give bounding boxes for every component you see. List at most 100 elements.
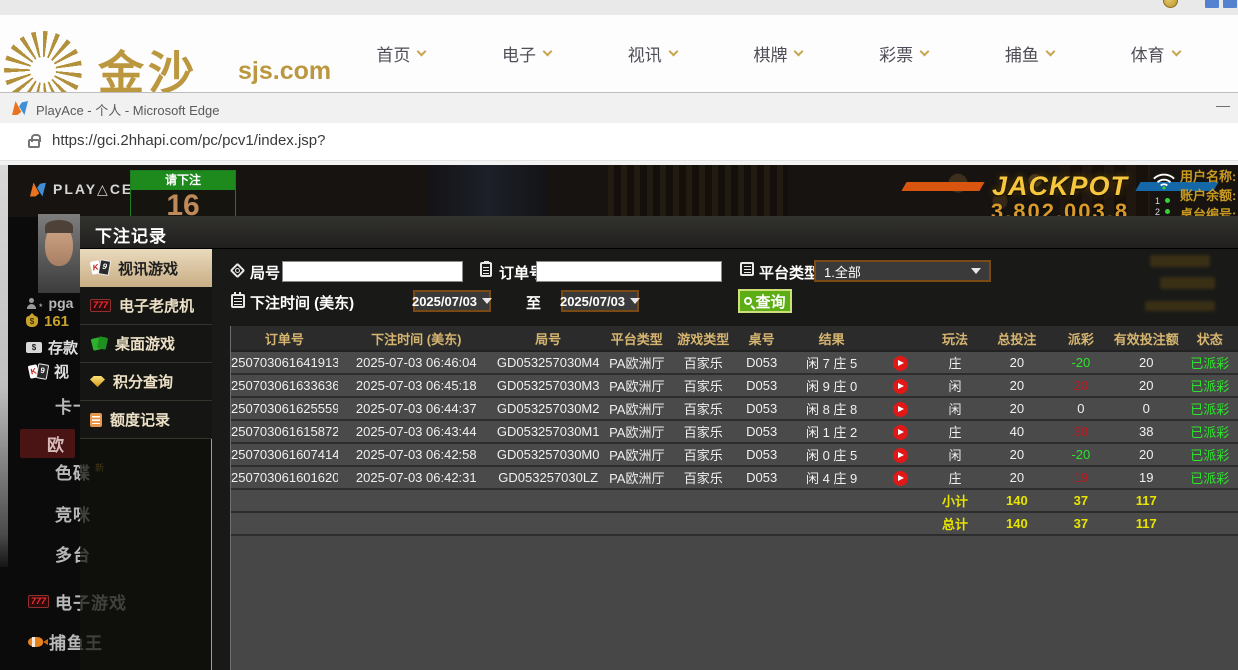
payout-cell: 0 xyxy=(1051,397,1111,420)
summary-cell xyxy=(734,489,788,512)
bet-table-area: 订单号下注时间 (美东)局号平台类型游戏类型桌号结果玩法总投注派彩有效投注额状态… xyxy=(230,326,1238,670)
dropdown-arrow-icon xyxy=(482,298,492,304)
column-header: 状态 xyxy=(1182,326,1238,351)
bet-time-cell: 2025-07-03 06:42:31 xyxy=(338,466,495,489)
calendar-icon xyxy=(231,294,245,308)
chevron-down-icon xyxy=(1171,47,1181,57)
top-nav-item[interactable]: 首页 xyxy=(376,41,425,66)
query-button[interactable]: 查询 xyxy=(738,289,792,313)
result-cell: 闲 4 庄 9 xyxy=(789,466,875,489)
game-type-cell: 百家乐 xyxy=(672,420,734,443)
round-number-input[interactable] xyxy=(282,261,463,282)
cut-off-blue-text xyxy=(1205,0,1238,8)
signal-dot-icon xyxy=(1165,198,1170,203)
top-nav-item[interactable]: 彩票 xyxy=(879,41,928,66)
play-replay-button[interactable] xyxy=(893,425,908,440)
bet-time-label: 下注时间 (美东) xyxy=(250,292,354,313)
bet-table: 订单号下注时间 (美东)局号平台类型游戏类型桌号结果玩法总投注派彩有效投注额状态… xyxy=(231,326,1238,536)
summary-cell xyxy=(602,489,672,512)
account-info-label: 账户余额: xyxy=(1180,186,1236,205)
site-logo-domain[interactable]: sjs.com xyxy=(238,57,331,86)
search-icon xyxy=(744,297,752,305)
order-number-cell: 250703061641913 xyxy=(231,351,338,374)
summary-row: 小计14037117 xyxy=(231,489,1238,512)
chevron-down-icon xyxy=(543,47,553,57)
minimize-button[interactable]: — xyxy=(1216,97,1230,113)
top-nav-item[interactable]: 视讯 xyxy=(628,41,677,66)
table-games-icon xyxy=(90,336,107,352)
top-nav-item[interactable]: 电子 xyxy=(502,41,551,66)
result-cell: 闲 7 庄 5 xyxy=(789,351,875,374)
result-cell: 闲 8 庄 8 xyxy=(789,397,875,420)
play-replay-button[interactable] xyxy=(893,448,908,463)
popup-menu-lower-panel xyxy=(80,439,212,670)
url-text[interactable]: https://gci.2hhapi.com/pc/pcv1/index.jsp… xyxy=(52,132,326,149)
jackpot-widget: JACKPOT 3,802,003.8 xyxy=(840,171,1238,217)
popup-menu-item-label: 积分查询 xyxy=(113,371,173,392)
column-header: 局号 xyxy=(495,326,602,351)
lobby-tab[interactable]: 欧 xyxy=(20,429,75,458)
payout-cell: -20 xyxy=(1051,443,1111,466)
round-number-cell: GD053257030M0 xyxy=(495,443,602,466)
platform-cell: PA欧洲厅 xyxy=(602,466,672,489)
play-replay-button[interactable] xyxy=(893,402,908,417)
play-replay-button[interactable] xyxy=(893,471,908,486)
wifi-icon xyxy=(1152,171,1176,195)
platform-type-select[interactable]: 1.全部 xyxy=(814,260,991,282)
signal-row: 1 xyxy=(1155,195,1170,206)
total-bet-cell: 20 xyxy=(983,397,1050,420)
jackpot-label: JACKPOT xyxy=(992,171,1128,202)
round-number-cell: GD053257030LZ xyxy=(495,466,602,489)
table-row: 2507030616336362025-07-03 06:45:18GD0532… xyxy=(231,374,1238,397)
top-nav-item[interactable]: 捕鱼 xyxy=(1005,41,1054,66)
valid-bet-cell: 20 xyxy=(1111,374,1181,397)
popup-menu-item[interactable]: 积分查询 xyxy=(80,363,212,401)
popup-menu-item[interactable]: 视讯游戏 xyxy=(80,249,221,287)
payout-cell: 19 xyxy=(1051,466,1111,489)
side-cell: 庄 xyxy=(927,420,983,443)
total-bet-cell: 40 xyxy=(983,420,1050,443)
popup-menu-item[interactable]: 电子老虎机 xyxy=(80,287,212,325)
top-nav-item[interactable]: 棋牌 xyxy=(753,41,802,66)
order-number-input[interactable] xyxy=(536,261,722,282)
signal-number: 2 xyxy=(1155,207,1160,217)
table-number-cell: D053 xyxy=(734,374,788,397)
date-from-select[interactable]: 2025/07/03 xyxy=(413,290,491,312)
brand-swirl-icon xyxy=(4,31,82,92)
summary-cell xyxy=(734,512,788,535)
order-number-cell: 250703061601620 xyxy=(231,466,338,489)
play-cell xyxy=(874,374,926,397)
window-title: PlayAce - 个人 - Microsoft Edge xyxy=(36,100,220,119)
top-nav-item[interactable]: 体育 xyxy=(1131,41,1180,66)
side-cell: 闲 xyxy=(927,397,983,420)
summary-cell: 总计 xyxy=(927,512,983,535)
playace-app-icon xyxy=(12,101,28,115)
valid-bet-cell: 0 xyxy=(1111,397,1181,420)
summary-cell xyxy=(874,489,926,512)
play-replay-button[interactable] xyxy=(893,379,908,394)
round-filter-label: 局号 xyxy=(250,262,280,283)
summary-cell: 37 xyxy=(1051,512,1111,535)
summary-cell xyxy=(672,512,734,535)
summary-cell xyxy=(789,512,875,535)
result-cell: 闲 9 庄 0 xyxy=(789,374,875,397)
summary-cell xyxy=(602,512,672,535)
play-replay-button[interactable] xyxy=(893,356,908,371)
site-nav: 金沙 sjs.com 首页 电子 视讯 棋牌 彩票 捕鱼 体育 xyxy=(0,15,1238,92)
popup-menu-item[interactable]: 额度记录 xyxy=(80,401,212,439)
status-cell: 已派彩 xyxy=(1182,374,1238,397)
date-to-select[interactable]: 2025/07/03 xyxy=(561,290,639,312)
total-bet-cell: 20 xyxy=(983,466,1050,489)
order-number-cell: 250703061607414 xyxy=(231,443,338,466)
summary-cell: 小计 xyxy=(927,489,983,512)
bet-time-cell: 2025-07-03 06:44:37 xyxy=(338,397,495,420)
valid-bet-cell: 20 xyxy=(1111,443,1181,466)
records-doc-icon xyxy=(90,413,102,427)
popup-menu-item[interactable]: 桌面游戏 xyxy=(80,325,212,363)
popup-menu-item-label: 额度记录 xyxy=(110,409,170,430)
dropdown-arrow-icon xyxy=(630,298,640,304)
top-nav-item-label: 视讯 xyxy=(628,41,662,66)
summary-cell xyxy=(874,512,926,535)
site-logo-text[interactable]: 金沙 xyxy=(98,37,198,92)
platform-cell: PA欧洲厅 xyxy=(602,443,672,466)
